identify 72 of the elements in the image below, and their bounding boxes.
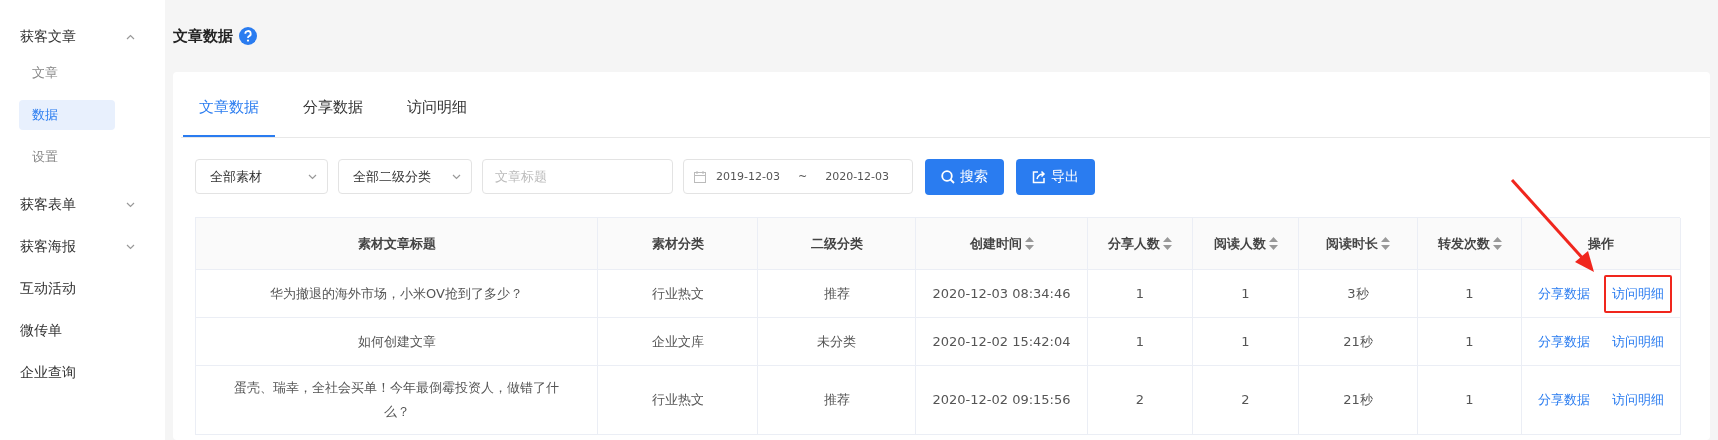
column-header: 分享人数	[1088, 218, 1193, 270]
sidebar-subitem[interactable]: 数据	[19, 100, 115, 130]
sidebar-item[interactable]: 获客表单	[0, 184, 165, 226]
table-cell: 华为撤退的海外市场，小米OV抢到了多少？	[196, 270, 598, 318]
sort-icon[interactable]	[1024, 237, 1034, 250]
date-range-field[interactable]: 2019-12-03 ~ 2020-12-03	[683, 159, 913, 194]
table-cell: 2	[1088, 366, 1193, 435]
table-cell: 21秒	[1299, 318, 1418, 366]
calendar-icon	[694, 170, 706, 183]
action-link[interactable]: 访问明细	[1604, 274, 1672, 313]
sidebar-subitem[interactable]: 设置	[19, 142, 115, 172]
action-link[interactable]: 访问明细	[1604, 322, 1672, 361]
table-cell: 行业热文	[598, 366, 758, 435]
chevron-down-icon	[308, 173, 317, 180]
table-cell: 1	[1418, 270, 1522, 318]
column-header: 创建时间	[916, 218, 1088, 270]
column-header: 转发次数	[1418, 218, 1522, 270]
sort-icon[interactable]	[1163, 237, 1172, 250]
column-header: 素材分类	[598, 218, 758, 270]
sidebar-subitem[interactable]: 文章	[19, 58, 115, 88]
sidebar-item[interactable]: 微传单	[0, 310, 165, 352]
table-cell: 21秒	[1299, 366, 1418, 435]
table-cell: 如何创建文章	[196, 318, 598, 366]
chevron-up-icon	[126, 34, 135, 40]
tab[interactable]: 访问明细	[391, 98, 483, 137]
table-cell: 1	[1088, 318, 1193, 366]
table-cell: 蛋壳、瑞幸，全社会买单！今年最倒霉投资人，做错了什么？	[196, 366, 598, 435]
action-link[interactable]: 访问明细	[1604, 381, 1672, 419]
search-button[interactable]: 搜索	[925, 159, 1004, 195]
search-icon	[941, 170, 955, 184]
table-cell: 未分类	[758, 318, 916, 366]
action-link[interactable]: 分享数据	[1530, 274, 1598, 313]
column-header: 素材文章标题	[196, 218, 598, 270]
category-select[interactable]: 全部二级分类	[338, 159, 472, 194]
chevron-down-icon	[452, 173, 461, 180]
material-select[interactable]: 全部素材	[195, 159, 328, 194]
column-header: 二级分类	[758, 218, 916, 270]
table-cell: 1	[1088, 270, 1193, 318]
sort-icon[interactable]	[1381, 237, 1390, 250]
sidebar-item[interactable]: 企业查询	[0, 352, 165, 394]
table-cell: 1	[1193, 270, 1299, 318]
help-icon[interactable]	[239, 27, 257, 45]
page-title: 文章数据	[173, 26, 233, 46]
title-input[interactable]: 文章标题	[482, 159, 673, 194]
action-link[interactable]: 分享数据	[1530, 381, 1598, 419]
tab[interactable]: 文章数据	[183, 98, 275, 137]
table-cell: 1	[1418, 366, 1522, 435]
sidebar-item[interactable]: 互动活动	[0, 268, 165, 310]
tab[interactable]: 分享数据	[287, 98, 379, 137]
table-cell: 2020-12-02 09:15:56	[916, 366, 1088, 435]
table-cell: 推荐	[758, 270, 916, 318]
table-cell: 推荐	[758, 366, 916, 435]
table-cell: 企业文库	[598, 318, 758, 366]
sort-icon[interactable]	[1492, 237, 1502, 250]
action-link[interactable]: 分享数据	[1530, 322, 1598, 361]
sidebar-item[interactable]: 获客文章	[0, 16, 165, 58]
export-button[interactable]: 导出	[1016, 159, 1095, 195]
table-cell: 1	[1418, 318, 1522, 366]
export-icon	[1032, 170, 1046, 184]
table-cell: 2	[1193, 366, 1299, 435]
table-cell: 1	[1193, 318, 1299, 366]
chevron-down-icon	[126, 202, 135, 208]
column-header: 操作	[1522, 218, 1681, 270]
table-cell: 2020-12-02 15:42:04	[916, 318, 1088, 366]
table-cell: 3秒	[1299, 270, 1418, 318]
table-cell: 2020-12-03 08:34:46	[916, 270, 1088, 318]
column-header: 阅读人数	[1193, 218, 1299, 270]
table-cell: 行业热文	[598, 270, 758, 318]
column-header: 阅读时长	[1299, 218, 1418, 270]
sort-icon[interactable]	[1268, 237, 1278, 250]
sidebar-item[interactable]: 获客海报	[0, 226, 165, 268]
chevron-down-icon	[126, 244, 135, 250]
